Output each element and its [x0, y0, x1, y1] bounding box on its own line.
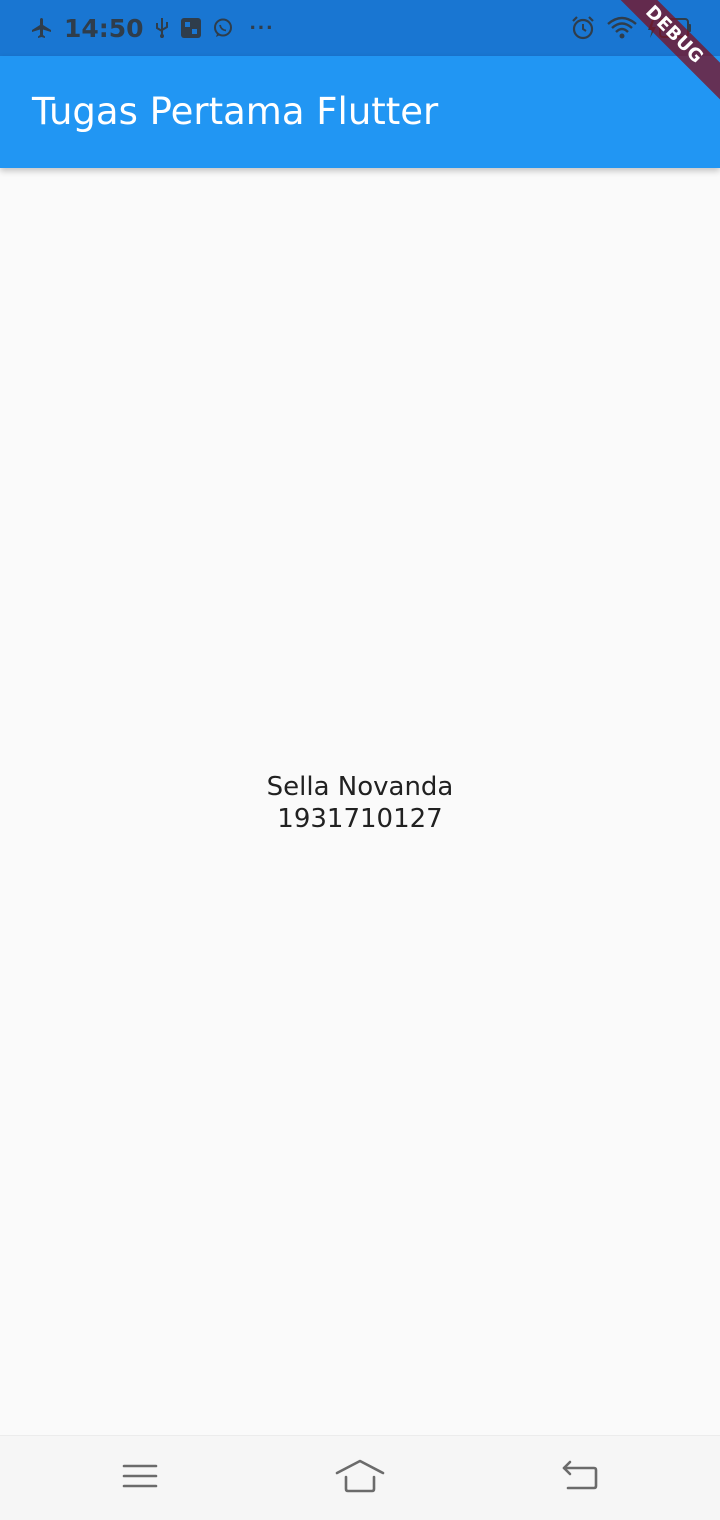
- more-notifications-icon: ···: [249, 15, 275, 40]
- notification-app-icon: [180, 17, 202, 39]
- app-screen: 14:50 ··· Tugas Pertama Flutter DEBUG Se…: [0, 0, 720, 1520]
- wifi-icon: [606, 15, 638, 41]
- nav-menu-button[interactable]: [90, 1436, 190, 1520]
- app-bar: Tugas Pertama Flutter: [0, 56, 720, 168]
- usb-icon: [154, 17, 170, 39]
- alarm-icon: [570, 15, 596, 41]
- status-time: 14:50: [64, 13, 144, 43]
- home-icon: [335, 1459, 385, 1498]
- status-bar: 14:50 ···: [0, 0, 720, 56]
- main-content: Sella Novanda 1931710127: [0, 168, 720, 1436]
- status-bar-left: 14:50 ···: [30, 0, 275, 56]
- page-title: Tugas Pertama Flutter: [32, 90, 439, 133]
- student-info: Sella Novanda 1931710127: [267, 771, 454, 835]
- menu-icon: [122, 1462, 158, 1495]
- student-name: Sella Novanda: [266, 772, 454, 802]
- system-navigation-bar: [0, 1435, 720, 1520]
- nav-back-button[interactable]: [530, 1436, 630, 1520]
- nav-home-button[interactable]: [310, 1436, 410, 1520]
- student-id-number: 1931710127: [277, 804, 443, 834]
- back-icon: [560, 1460, 600, 1497]
- whatsapp-icon: [212, 17, 234, 39]
- airplane-icon: [30, 16, 54, 40]
